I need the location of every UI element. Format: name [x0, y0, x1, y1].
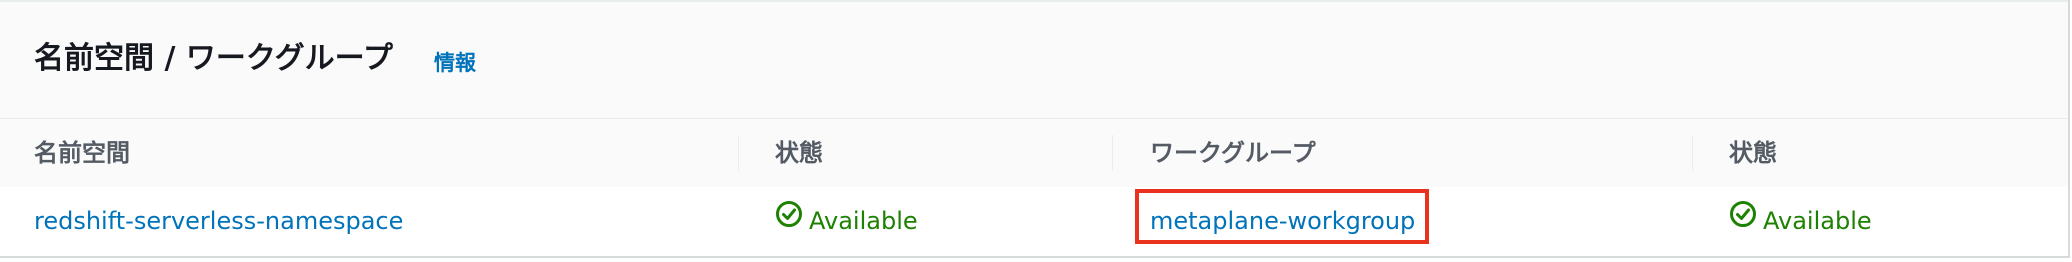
workgroup-status-label: Available	[1763, 207, 1872, 235]
column-header-workgroup[interactable]: ワークグループ	[1150, 119, 1316, 187]
column-divider	[1112, 135, 1113, 171]
check-circle-icon	[1729, 186, 1757, 255]
panel-header: 名前空間 / ワークグループ 情報	[0, 0, 2068, 120]
check-circle-icon	[775, 186, 803, 255]
column-divider	[1692, 135, 1693, 171]
panel-title: 名前空間 / ワークグループ	[34, 41, 393, 76]
namespace-status: Available	[775, 187, 918, 256]
column-header-namespace-status[interactable]: 状態	[775, 119, 823, 187]
info-link[interactable]: 情報	[434, 49, 476, 77]
namespace-status-label: Available	[809, 207, 918, 235]
column-header-namespace[interactable]: 名前空間	[34, 119, 130, 187]
table-row: redshift-serverless-namespace Available …	[0, 187, 2068, 256]
column-header-workgroup-status[interactable]: 状態	[1729, 119, 1777, 187]
table-header: 名前空間 状態 ワークグループ 状態	[0, 118, 2068, 188]
workgroup-highlight-box	[1135, 189, 1429, 244]
column-divider	[738, 135, 739, 171]
workgroup-status: Available	[1729, 187, 1872, 256]
namespace-link[interactable]: redshift-serverless-namespace	[34, 187, 403, 256]
namespaces-workgroups-panel: 名前空間 / ワークグループ 情報 名前空間 状態 ワークグループ 状態 red…	[0, 0, 2070, 258]
